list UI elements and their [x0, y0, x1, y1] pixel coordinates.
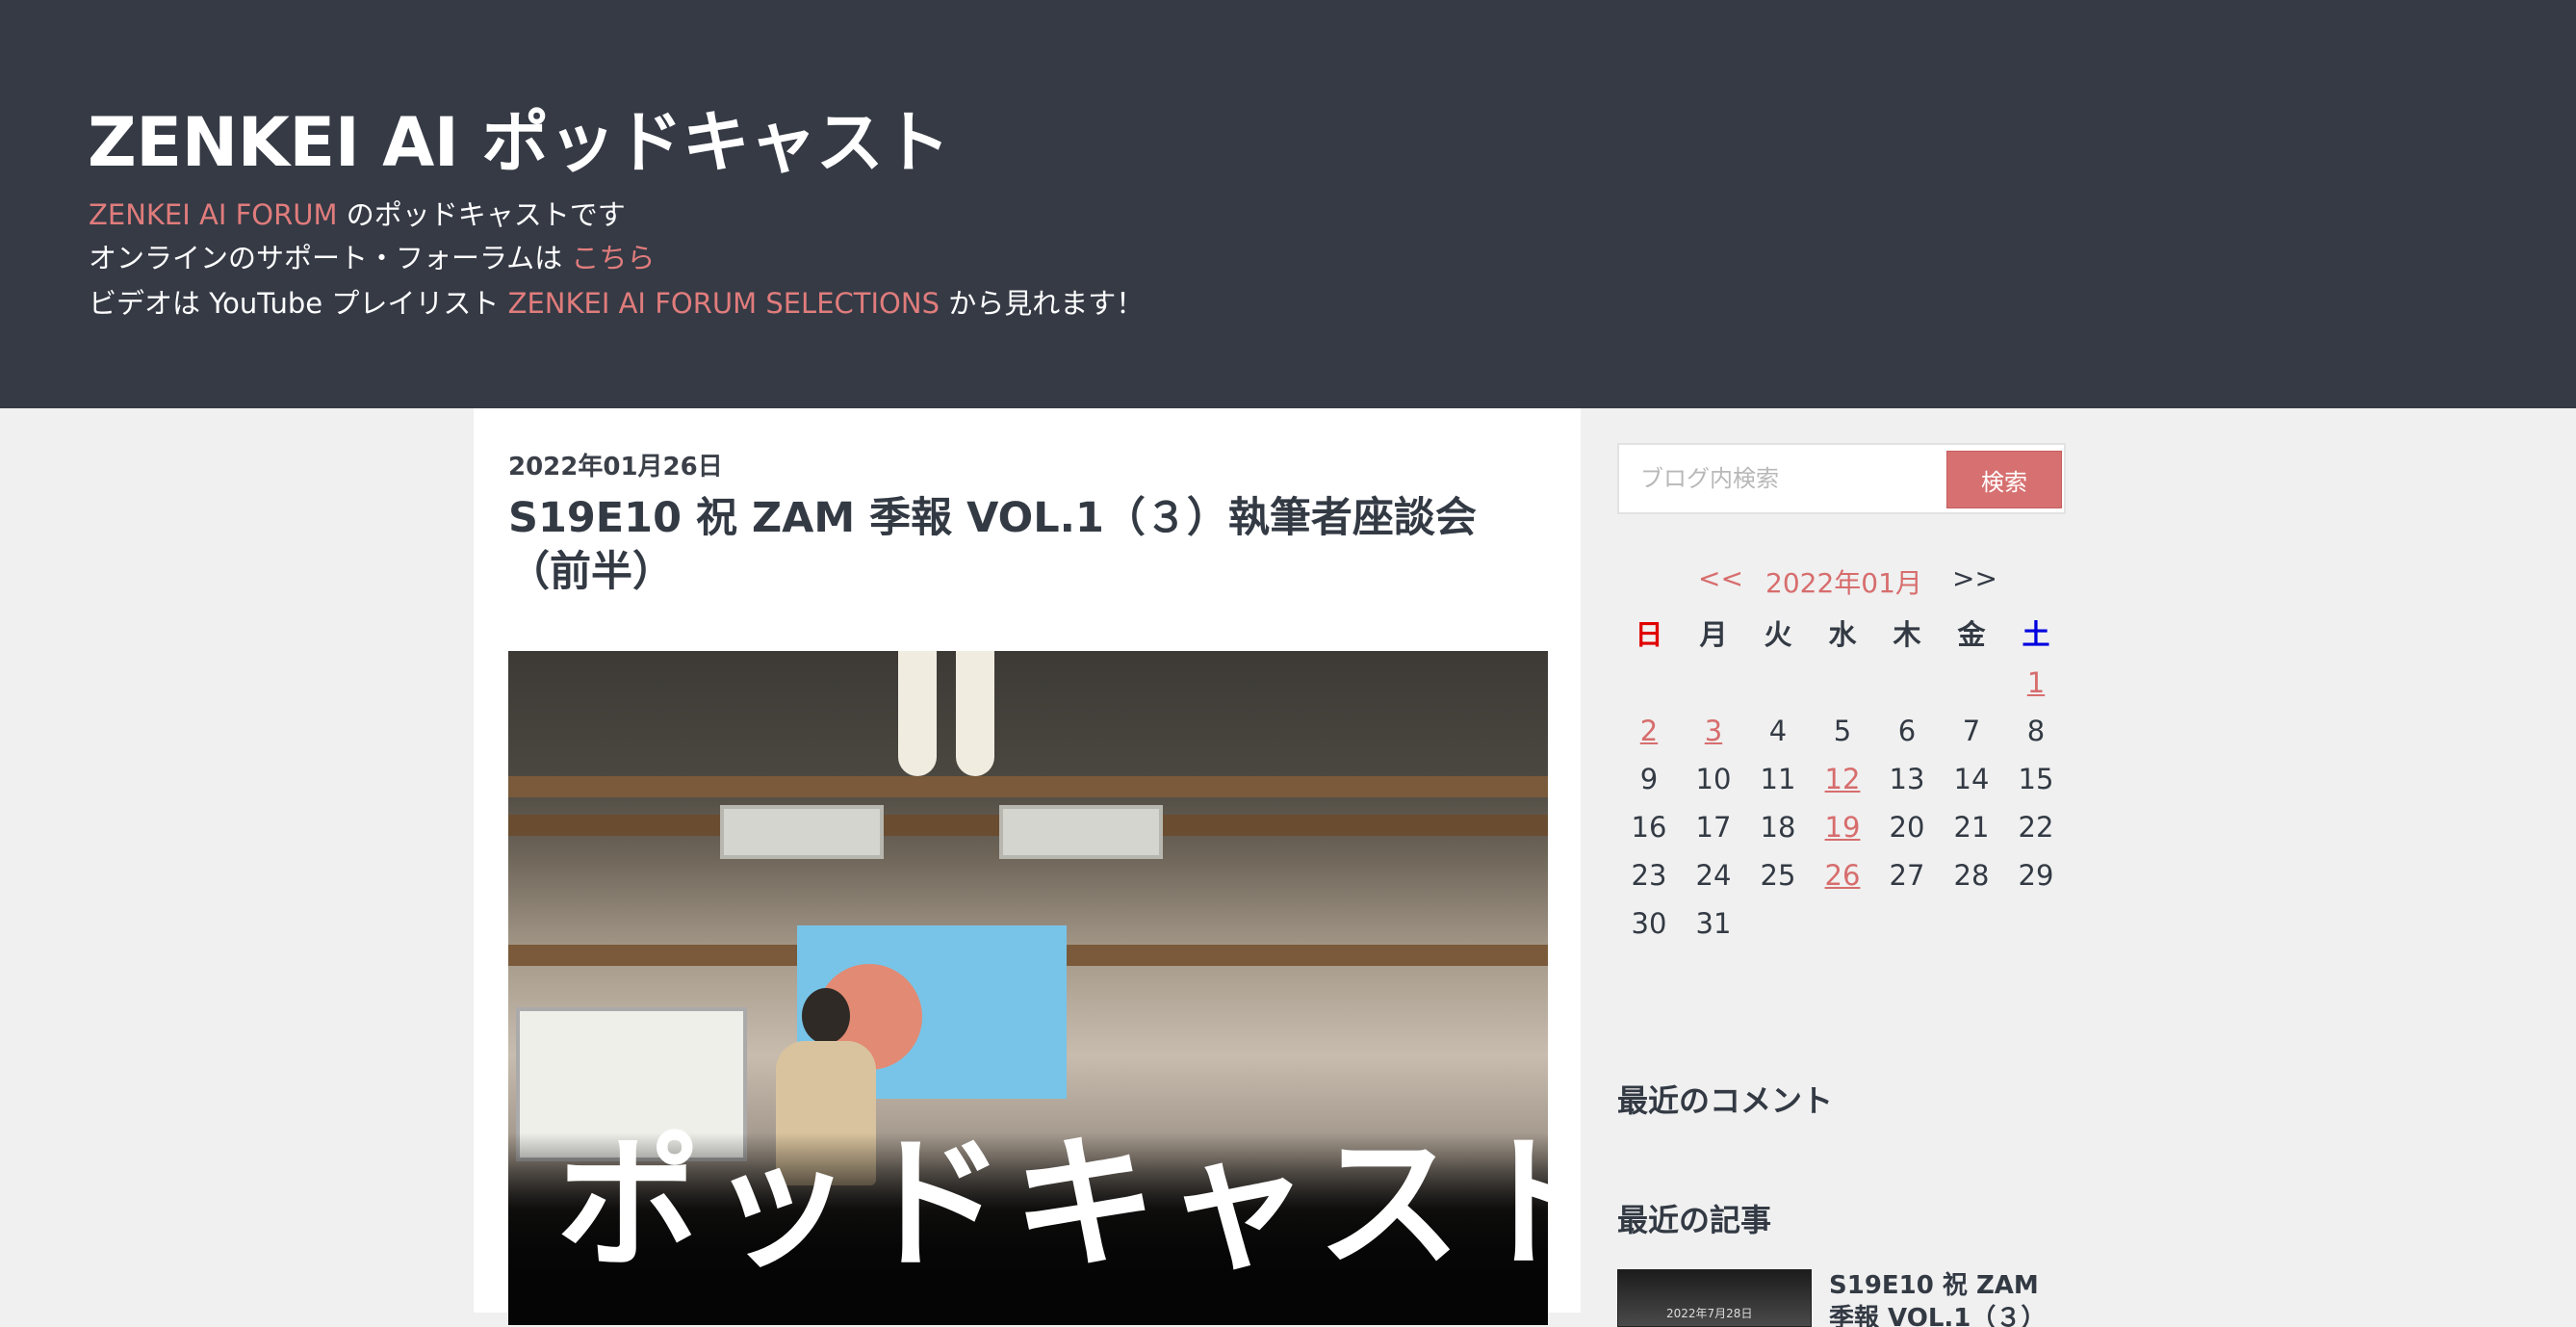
search-form: 検索: [1617, 443, 2066, 514]
calendar-day-link[interactable]: 1: [2027, 666, 2045, 699]
description-text: から見れます！: [939, 287, 1145, 320]
calendar-day: 4: [1768, 715, 1788, 747]
calendar-week-row: 1: [1617, 659, 2070, 707]
calendar-day: 20: [1889, 811, 1925, 844]
calendar-grid: 日月火水木金土 1 2 3 4 5 6 7 8 9 10 11 12 13 14 15 16 17 18 19 20 21…: [1617, 611, 2070, 948]
calendar-day: 5: [1833, 715, 1852, 747]
zenkei-ai-forum-link[interactable]: ZENKEI AI FORUM: [89, 198, 338, 231]
recent-comments-title: 最近のコメント: [1617, 1082, 1834, 1119]
calendar-nav: << 2022年01月 >>: [1698, 562, 2016, 601]
calendar-day: 17: [1695, 811, 1732, 844]
site-title[interactable]: ZENKEI AI ポッドキャスト: [88, 89, 950, 186]
post-featured-image[interactable]: ポッドキャスト: [508, 651, 1548, 1325]
search-button[interactable]: 検索: [1946, 451, 2062, 508]
calendar-day: 8: [2026, 715, 2046, 747]
recent-post-thumbnail-text: 2022年7月28日: [1666, 1307, 1753, 1320]
calendar-week-row: 30 31: [1617, 899, 2070, 948]
description-text: ビデオは YouTube プレイリスト: [89, 287, 508, 320]
description-text: オンラインのサポート・フォーラムは: [89, 242, 572, 274]
calendar-day: 28: [1953, 859, 1990, 892]
calendar-day: 13: [1889, 763, 1925, 795]
post-date: 2022年01月26日: [508, 453, 723, 481]
calendar-week-row: 9 10 11 12 13 14 15: [1617, 755, 2070, 803]
calendar-day: 22: [2018, 811, 2054, 844]
calendar-day: 29: [2018, 859, 2054, 892]
speaker-head: [802, 988, 850, 1044]
calendar-weekday: 土: [2022, 618, 2050, 651]
calendar-weekday: 水: [1828, 618, 1857, 651]
calendar-day: 26: [1811, 851, 1874, 899]
air-conditioner: [720, 805, 884, 859]
site-description-line-1: ZENKEI AI FORUM のポッドキャストです: [89, 193, 626, 233]
site-header: ZENKEI AI ポッドキャスト ZENKEI AI FORUM のポッドキャ…: [0, 0, 2576, 408]
calendar-day: 3: [1682, 707, 1745, 755]
calendar-prev-link[interactable]: <<: [1698, 562, 1743, 594]
image-banner: ポッドキャスト: [508, 1121, 1548, 1325]
calendar-day: 11: [1760, 763, 1796, 795]
calendar-day: 6: [1897, 715, 1917, 747]
recent-post-link[interactable]: S19E10 祝 ZAM 季報 VOL.1（３）執筆者座談会（前半）: [1829, 1269, 2070, 1327]
calendar-day-link[interactable]: 12: [1825, 763, 1861, 795]
calendar-day: 16: [1631, 811, 1667, 844]
calendar-day-link[interactable]: 26: [1825, 859, 1861, 892]
calendar-week-row: 2 3 4 5 6 7 8: [1617, 707, 2070, 755]
calendar-day-link[interactable]: 19: [1825, 811, 1861, 844]
recent-post-thumbnail[interactable]: 2022年7月28日: [1617, 1269, 1812, 1327]
pendant-lamp: [956, 651, 994, 776]
pendant-lamp: [898, 651, 937, 776]
air-conditioner: [999, 805, 1163, 859]
calendar-weekday-row: 日月火水木金土: [1617, 611, 2070, 659]
calendar-day: 27: [1889, 859, 1925, 892]
calendar-day: 21: [1953, 811, 1990, 844]
calendar-weekday: 月: [1699, 618, 1728, 651]
calendar-month-link[interactable]: 2022年01月: [1765, 562, 1922, 601]
calendar-day: 19: [1811, 803, 1874, 851]
calendar-week-row: 16 17 18 19 20 21 22: [1617, 803, 2070, 851]
calendar-day-link[interactable]: 3: [1705, 715, 1722, 747]
main-content: 2022年01月26日 S19E10 祝 ZAM 季報 VOL.1（３）執筆者座…: [474, 408, 1581, 1325]
ceiling-beam: [508, 776, 1548, 797]
calendar-day: 15: [2018, 763, 2054, 795]
calendar-day: 2: [1617, 707, 1681, 755]
site-description-line-3: ビデオは YouTube プレイリスト ZENKEI AI FORUM SELE…: [89, 281, 1144, 322]
calendar-day: 1: [2004, 659, 2068, 707]
calendar-day: 18: [1760, 811, 1796, 844]
post-title[interactable]: S19E10 祝 ZAM 季報 VOL.1（３）執筆者座談会（前半）: [508, 491, 1509, 599]
description-text: のポッドキャストです: [337, 198, 626, 231]
youtube-playlist-link[interactable]: ZENKEI AI FORUM SELECTIONS: [508, 287, 940, 320]
calendar-day: 30: [1631, 907, 1667, 940]
calendar-day: 31: [1695, 907, 1732, 940]
calendar-day: 7: [1962, 715, 1981, 747]
search-input[interactable]: [1623, 449, 1941, 508]
calendar-day: 12: [1811, 755, 1874, 803]
calendar-weekday: 火: [1764, 618, 1792, 651]
calendar-day: 23: [1631, 859, 1667, 892]
calendar-week-row: 23 24 25 26 27 28 29: [1617, 851, 2070, 899]
recent-posts-title: 最近の記事: [1617, 1202, 1772, 1238]
image-banner-text: ポッドキャスト: [556, 1121, 1548, 1288]
calendar-day: 24: [1695, 859, 1732, 892]
calendar-day: 14: [1953, 763, 1990, 795]
calendar-weekday: 日: [1635, 618, 1663, 651]
calendar-weekday: 金: [1957, 618, 1986, 651]
calendar-day: 9: [1639, 763, 1659, 795]
calendar-day-link[interactable]: 2: [1640, 715, 1658, 747]
calendar-day: 10: [1695, 763, 1732, 795]
calendar-weekday: 木: [1893, 618, 1921, 651]
support-forum-link[interactable]: こちら: [571, 242, 655, 274]
calendar-day: 25: [1760, 859, 1796, 892]
site-description-line-2: オンラインのサポート・フォーラムは こちら: [89, 236, 655, 276]
calendar-next-link[interactable]: >>: [1952, 562, 1997, 594]
